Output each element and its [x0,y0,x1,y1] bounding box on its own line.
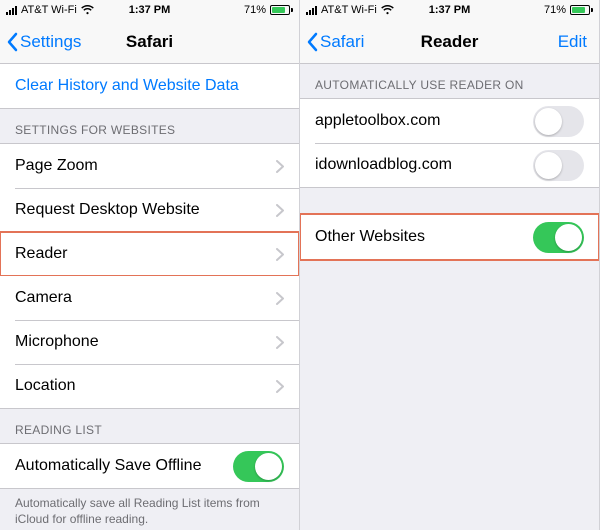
chevron-right-icon [276,380,284,393]
request-desktop-row[interactable]: Request Desktop Website [0,188,299,232]
safari-settings-screen: AT&T Wi-Fi 1:37 PM 71% Settings Safari C… [0,0,300,530]
other-websites-switch[interactable] [533,222,584,253]
back-button[interactable]: Settings [6,20,81,63]
battery-icon [570,5,593,15]
other-websites-label: Other Websites [315,228,533,246]
request-desktop-label: Request Desktop Website [15,201,276,219]
edit-label: Edit [558,32,587,52]
nav-title: Reader [421,32,479,52]
microphone-label: Microphone [15,333,276,351]
nav-bar: Settings Safari [0,20,299,64]
reader-label: Reader [15,245,276,263]
site-switch-idownloadblog[interactable] [533,150,584,181]
page-zoom-label: Page Zoom [15,157,276,175]
chevron-left-icon [6,32,18,52]
site-label: idownloadblog.com [315,156,533,174]
chevron-right-icon [276,204,284,217]
clear-history-row[interactable]: Clear History and Website Data [0,64,299,108]
other-websites-row[interactable]: Other Websites [300,215,599,259]
edit-button[interactable]: Edit [558,20,587,63]
camera-label: Camera [15,289,276,307]
auto-save-offline-row[interactable]: Automatically Save Offline [0,444,299,488]
back-label: Safari [320,32,364,52]
site-row-appletoolbox[interactable]: appletoolbox.com [300,99,599,143]
nav-bar: Safari Reader Edit [300,20,599,64]
other-websites-highlight: Other Websites [300,214,599,260]
location-row[interactable]: Location [0,364,299,408]
auto-reader-header: AUTOMATICALLY USE READER ON [300,64,599,98]
settings-for-websites-header: SETTINGS FOR WEBSITES [0,109,299,143]
microphone-row[interactable]: Microphone [0,320,299,364]
chevron-right-icon [276,160,284,173]
status-bar: AT&T Wi-Fi 1:37 PM 71% [0,0,299,20]
reader-settings-screen: AT&T Wi-Fi 1:37 PM 71% Safari Reader Edi… [300,0,600,530]
back-button[interactable]: Safari [306,20,364,63]
battery-icon [270,5,293,15]
page-zoom-row[interactable]: Page Zoom [0,144,299,188]
chevron-right-icon [276,292,284,305]
chevron-left-icon [306,32,318,52]
status-bar: AT&T Wi-Fi 1:37 PM 71% [300,0,599,20]
reading-list-header: READING LIST [0,409,299,443]
site-row-idownloadblog[interactable]: idownloadblog.com [300,143,599,187]
site-label: appletoolbox.com [315,112,533,130]
clear-history-label: Clear History and Website Data [15,77,284,95]
auto-save-footer: Automatically save all Reading List item… [0,489,299,530]
nav-title: Safari [126,32,173,52]
chevron-right-icon [276,336,284,349]
clock-label: 1:37 PM [0,4,299,16]
content: Clear History and Website Data SETTINGS … [0,64,299,530]
location-label: Location [15,377,276,395]
clock-label: 1:37 PM [300,4,599,16]
chevron-right-icon [276,248,284,261]
reader-row[interactable]: Reader [0,232,299,276]
auto-save-offline-switch[interactable] [233,451,284,482]
auto-save-offline-label: Automatically Save Offline [15,457,233,475]
camera-row[interactable]: Camera [0,276,299,320]
reader-row-highlight: Reader [0,232,299,276]
content: AUTOMATICALLY USE READER ON appletoolbox… [300,64,599,260]
back-label: Settings [20,32,81,52]
site-switch-appletoolbox[interactable] [533,106,584,137]
